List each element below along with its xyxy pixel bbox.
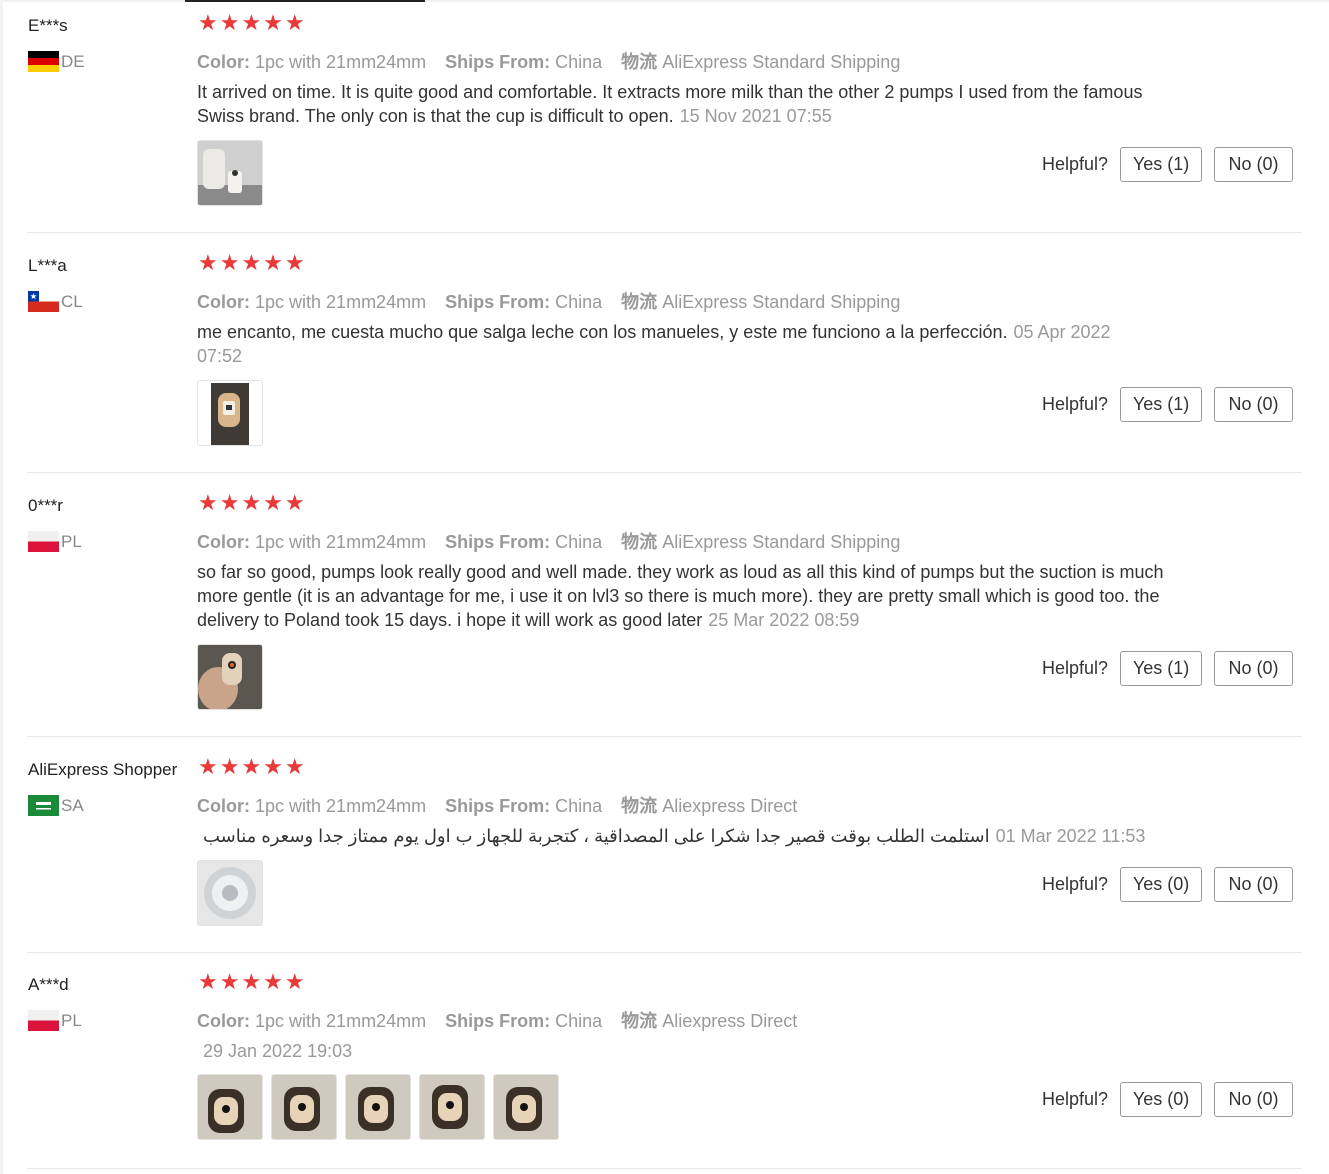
review-text: استلمت الطلب بوقت قصير جدا شكرا على المص… (203, 826, 1146, 846)
review-photo-thumbnail[interactable] (419, 1074, 485, 1140)
review-photos (197, 860, 263, 926)
reviewer-name: 0***r (28, 496, 63, 515)
review-text: It arrived on time. It is quite good and… (197, 82, 1143, 126)
helpful-no-button[interactable]: No (0) (1214, 1082, 1294, 1117)
review-sku-info: Color: 1pc with 21mm24mm Ships From: Chi… (197, 532, 901, 552)
flag-pl-icon (28, 1010, 59, 1031)
helpful-yes-button[interactable]: Yes (0) (1120, 867, 1203, 902)
review-text: me encanto, me cuesta mucho que salga le… (197, 322, 1111, 366)
helpful-yes-button[interactable]: Yes (1) (1120, 651, 1203, 686)
review-photo-thumbnail[interactable] (271, 1074, 337, 1140)
helpful-label: Helpful? (1042, 874, 1109, 894)
review-divider (27, 952, 1302, 953)
review-sku-info: Color: 1pc with 21mm24mm Ships From: Chi… (197, 1011, 798, 1031)
helpful-controls: Helpful? Yes (0) No (0) (1042, 867, 1294, 902)
country-code: SA (61, 795, 84, 815)
review-text: so far so good, pumps look really good a… (197, 562, 1164, 630)
review-photo-thumbnail[interactable] (345, 1074, 411, 1140)
review-photo-thumbnail[interactable] (197, 1074, 263, 1140)
review-photo-thumbnail[interactable] (493, 1074, 559, 1140)
left-border (0, 0, 3, 1174)
active-tab-indicator (185, 0, 425, 2)
review-text: 29 Jan 2022 19:03 (197, 1039, 1167, 1063)
review-photos (197, 1074, 559, 1140)
star-rating: ★★★★★ (198, 10, 307, 35)
helpful-label: Helpful? (1042, 1089, 1109, 1109)
star-rating: ★★★★★ (198, 754, 307, 779)
flag-pl-icon (28, 531, 59, 552)
helpful-label: Helpful? (1042, 154, 1109, 174)
helpful-controls: Helpful? Yes (1) No (0) (1042, 147, 1294, 182)
country-code: CL (61, 291, 83, 311)
review-photos (197, 644, 263, 710)
reviewer-country: PL (28, 1010, 82, 1031)
review-date: 15 Nov 2021 07:55 (679, 106, 832, 126)
helpful-no-button[interactable]: No (0) (1214, 651, 1294, 686)
helpful-no-button[interactable]: No (0) (1214, 147, 1294, 182)
country-code: PL (61, 1010, 82, 1030)
reviewer-name: A***d (28, 975, 69, 994)
review-photo-thumbnail[interactable] (197, 140, 263, 206)
review-photo-thumbnail[interactable] (197, 380, 263, 446)
review-divider (27, 736, 1302, 737)
helpful-label: Helpful? (1042, 658, 1109, 678)
review-divider (27, 472, 1302, 473)
reviewer-country: DE (28, 51, 85, 72)
helpful-controls: Helpful? Yes (1) No (0) (1042, 651, 1294, 686)
helpful-controls: Helpful? Yes (1) No (0) (1042, 387, 1294, 422)
reviewer-name: AliExpress Shopper (28, 760, 178, 779)
star-rating: ★★★★★ (198, 969, 307, 994)
reviewer-name: E***s (28, 16, 68, 35)
helpful-yes-button[interactable]: Yes (1) (1120, 147, 1203, 182)
review-photos (197, 140, 263, 206)
review-photo-thumbnail[interactable] (197, 860, 263, 926)
helpful-label: Helpful? (1042, 394, 1109, 414)
country-code: DE (61, 51, 85, 71)
helpful-yes-button[interactable]: Yes (0) (1120, 1082, 1203, 1117)
review-photo-thumbnail[interactable] (197, 644, 263, 710)
reviewer-country: PL (28, 531, 82, 552)
flag-sa-icon (28, 795, 59, 816)
review-divider (27, 1168, 1302, 1169)
country-code: PL (61, 531, 82, 551)
helpful-yes-button[interactable]: Yes (1) (1120, 387, 1203, 422)
helpful-controls: Helpful? Yes (0) No (0) (1042, 1082, 1294, 1117)
helpful-no-button[interactable]: No (0) (1214, 387, 1294, 422)
star-rating: ★★★★★ (198, 250, 307, 275)
reviewer-name: L***a (28, 256, 67, 275)
helpful-no-button[interactable]: No (0) (1214, 867, 1294, 902)
review-date: 01 Mar 2022 11:53 (995, 826, 1146, 846)
review-divider (27, 232, 1302, 233)
flag-cl-icon (28, 291, 59, 312)
review-date: 25 Mar 2022 08:59 (708, 610, 860, 630)
star-rating: ★★★★★ (198, 490, 307, 515)
review-sku-info: Color: 1pc with 21mm24mm Ships From: Chi… (197, 796, 798, 816)
flag-de-icon (28, 51, 59, 72)
review-sku-info: Color: 1pc with 21mm24mm Ships From: Chi… (197, 52, 901, 72)
review-photos (197, 380, 263, 446)
reviewer-country: SA (28, 795, 84, 816)
review-date: 29 Jan 2022 19:03 (203, 1041, 353, 1061)
review-sku-info: Color: 1pc with 21mm24mm Ships From: Chi… (197, 292, 901, 312)
reviewer-country: CL (28, 291, 83, 312)
